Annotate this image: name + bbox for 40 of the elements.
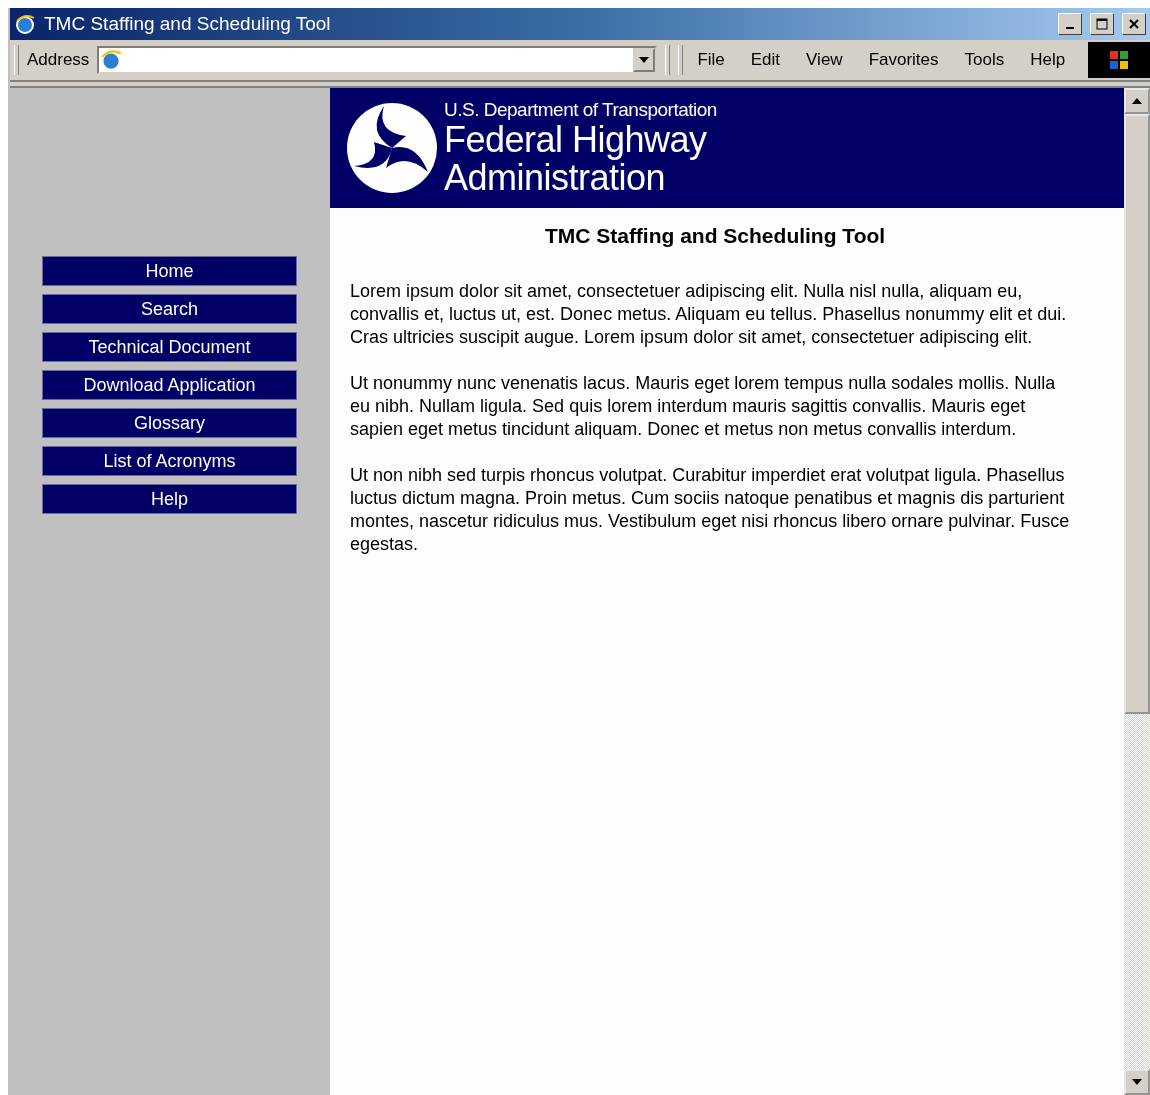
nav-button[interactable]: Home xyxy=(42,256,297,286)
maximize-button[interactable] xyxy=(1090,13,1114,35)
menu-item[interactable]: Help xyxy=(1024,50,1072,70)
maximize-icon xyxy=(1096,18,1108,30)
down-arrow-icon xyxy=(1132,1079,1142,1085)
scrollbar[interactable] xyxy=(1124,88,1150,1095)
nav-button[interactable]: Technical Document xyxy=(42,332,297,362)
globe-icon xyxy=(14,13,36,35)
paragraph: Lorem ipsum dolor sit amet, consectetuer adipiscing elit. Nulla nisl nulla, aliquam eu, convallis et, luctus ut, est. Donec metus. Aliquam eu tellus. Phasellus nonummy elit et dui. Cras ultricies suscipit augue. Lorem ipsum dolor sit amet, consectetuer adipiscing elit. xyxy=(350,280,1068,349)
nav-button[interactable]: Search xyxy=(42,294,297,324)
menu-item[interactable]: Favorites xyxy=(862,50,945,70)
scroll-down-button[interactable] xyxy=(1124,1069,1150,1095)
scroll-up-button[interactable] xyxy=(1124,88,1150,114)
close-icon xyxy=(1128,18,1140,30)
dropdown-button[interactable] xyxy=(633,48,656,72)
nav-button[interactable]: Help xyxy=(42,484,297,514)
page-heading: TMC Staffing and Scheduling Tool xyxy=(543,224,887,248)
close-button[interactable] xyxy=(1122,13,1146,35)
caret-icon xyxy=(639,57,650,63)
menu-item[interactable]: View xyxy=(800,50,849,70)
minimize-icon xyxy=(1066,27,1074,29)
address-label: Address xyxy=(27,50,90,70)
address-field[interactable] xyxy=(97,46,658,74)
globe-icon xyxy=(99,48,124,72)
window-title: TMC Staffing and Scheduling Tool xyxy=(44,13,332,35)
agency-name: Administration xyxy=(444,159,666,197)
menu-item[interactable]: Edit xyxy=(744,50,787,70)
paragraph: Ut non nibh sed turpis rhoncus volutpat. Curabitur imperdiet erat volutpat ligula. Phasellus luctus dictum magna. Proin metus. Cum sociis natoque penatibus et magnis dis parturient montes, nascetur ridiculus mus. Vestibulum eget nisi rhoncus libero ornare pulvinar. Fusce egestas. xyxy=(350,464,1071,556)
up-arrow-icon xyxy=(1132,98,1142,104)
nav-button[interactable]: Glossary xyxy=(42,408,297,438)
minimize-button[interactable] xyxy=(1058,13,1082,35)
logo-icon xyxy=(346,102,438,194)
scroll-thumb[interactable] xyxy=(1124,114,1150,714)
nav-button[interactable]: List of Acronyms xyxy=(42,446,297,476)
department-name: U.S. Department of Transportation xyxy=(444,99,717,121)
menu-item[interactable]: Tools xyxy=(958,50,1011,70)
paragraph: Ut nonummy nunc venenatis lacus. Mauris eget lorem tempus nulla sodales mollis. Nulla eu nibh. Nullam ligula. Sed quis lorem interdum mauris sagittis convallis. Mauris eget sapien eget metus tincidunt aliquam. Donec et metus non metus convallis interdum. xyxy=(350,372,1057,441)
agency-name: Federal Highway xyxy=(444,121,707,159)
menu-item[interactable]: File xyxy=(691,50,731,70)
nav-button[interactable]: Download Application xyxy=(42,370,297,400)
